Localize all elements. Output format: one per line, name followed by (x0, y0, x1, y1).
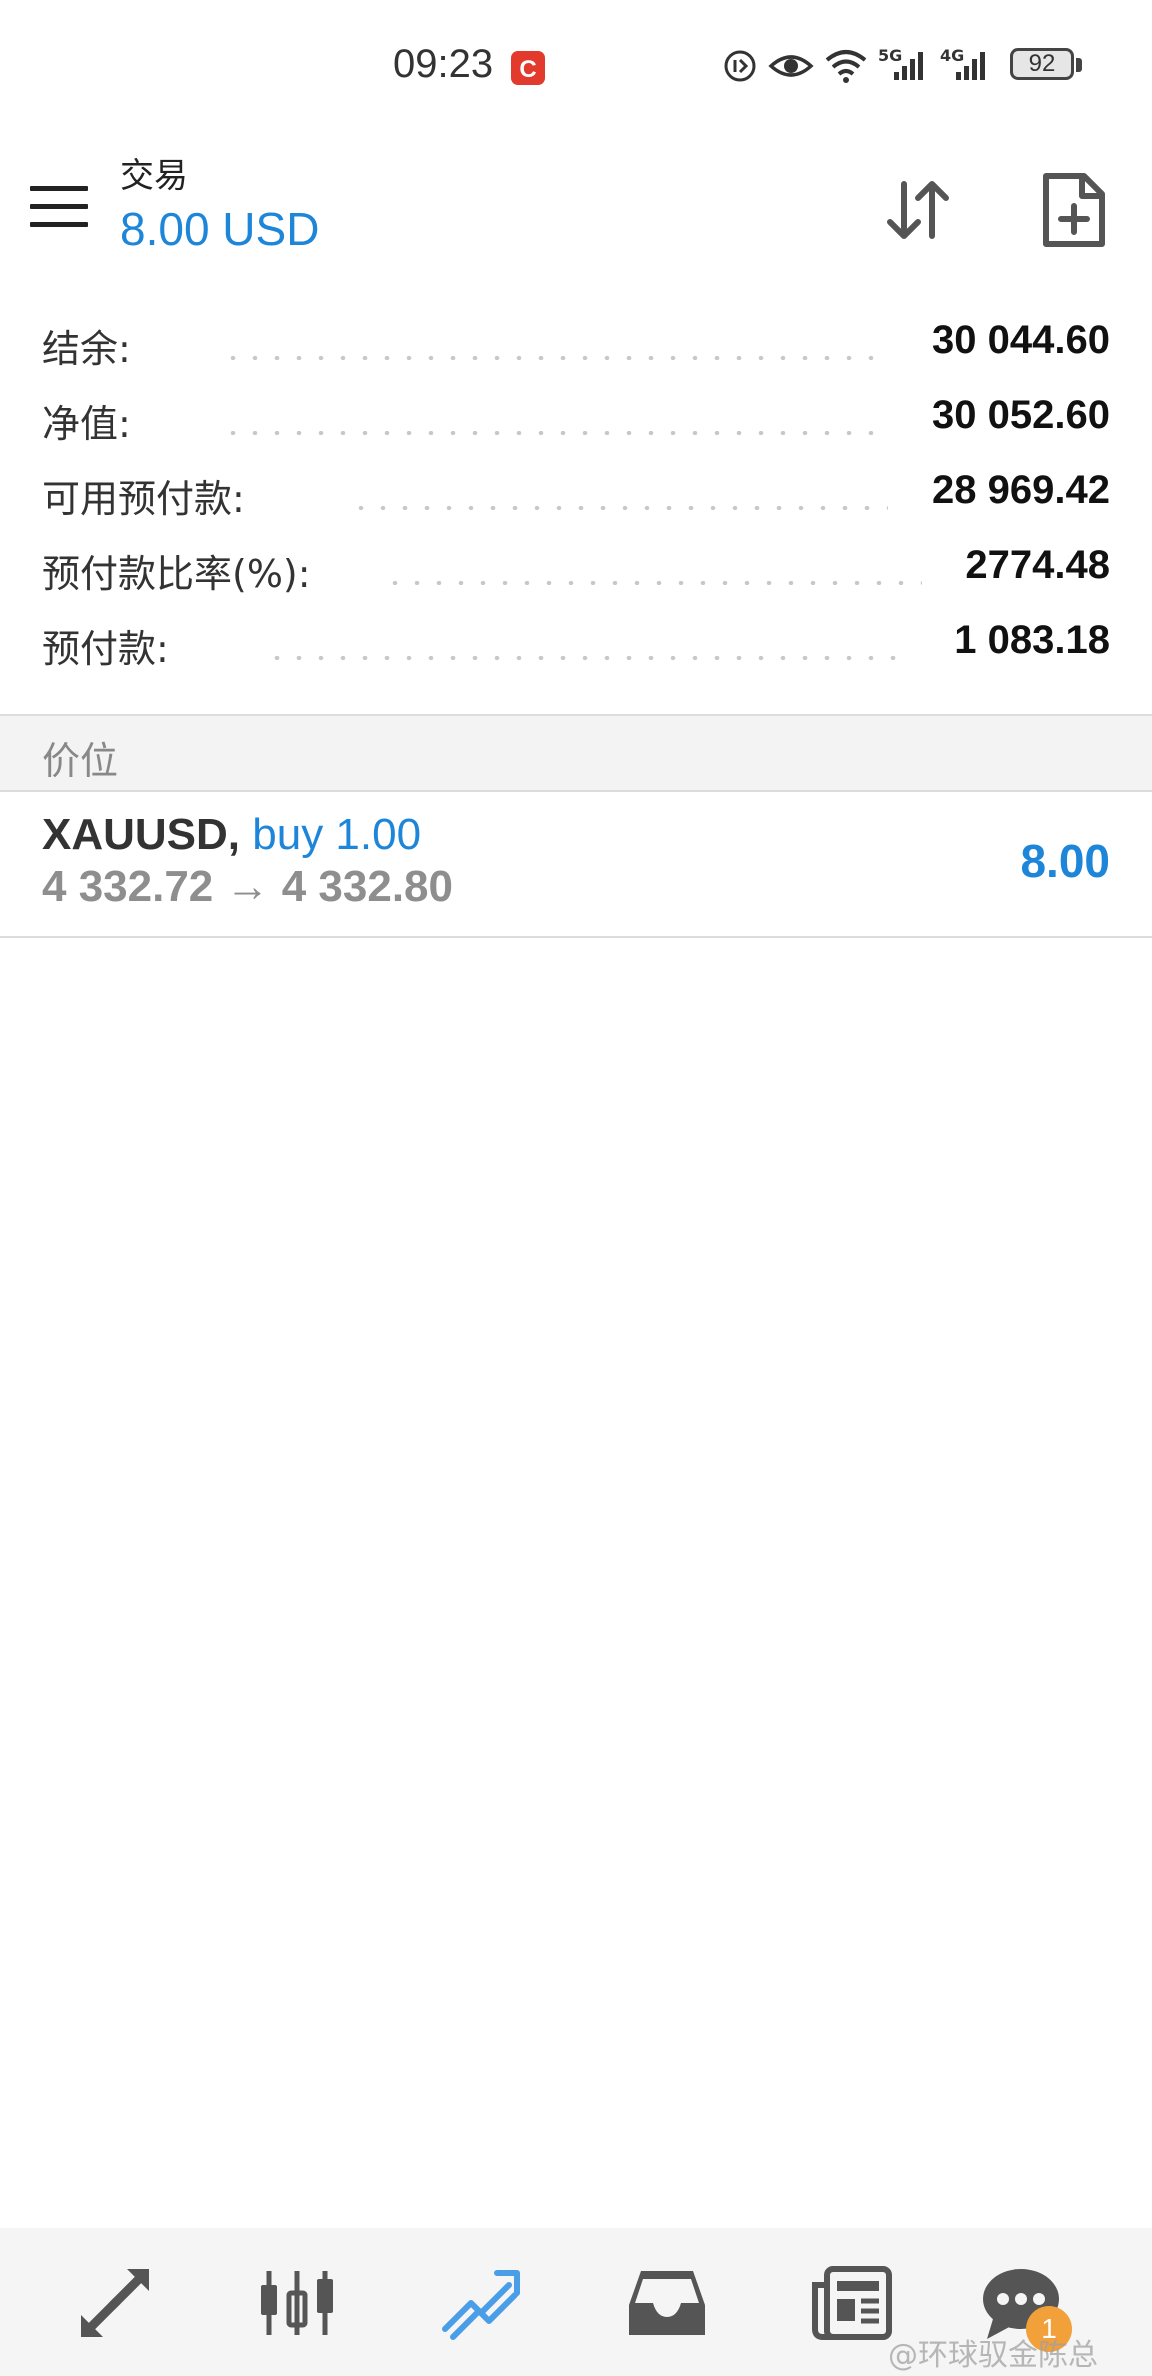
position-title: XAUUSD, buy 1.00 (42, 810, 421, 860)
watermark: @环球驭金陈总 (888, 2338, 1098, 2373)
status-icons: 5G 4G (722, 44, 992, 88)
status-time: 09:23 (393, 42, 494, 86)
total-profit: 8.00 USD (120, 203, 320, 255)
sort-icon[interactable] (878, 170, 958, 250)
divider (0, 936, 1152, 938)
summary-row-margin-level: 预付款比率(%): 2774.48 (0, 543, 1152, 618)
nav-charts[interactable] (242, 2248, 352, 2358)
position-symbol: XAUUSD, (42, 810, 241, 859)
signal-bars-icon (956, 52, 985, 80)
page-title: 交易 (120, 156, 188, 196)
battery-icon: 92 (1010, 48, 1074, 80)
section-label: 价位 (42, 739, 119, 783)
app-notification-icon: C (511, 51, 545, 85)
signal-4g: 4G (940, 46, 992, 86)
app-header: 交易 8.00 USD (0, 140, 1152, 280)
dotted-leader (266, 656, 906, 660)
dotted-leader (222, 356, 888, 360)
signal-bars-icon (894, 52, 923, 80)
positions-section-header: 价位 (0, 716, 1152, 790)
summary-label: 预付款比率(%): (42, 552, 311, 596)
summary-row-equity: 净值: 30 052.60 (0, 393, 1152, 468)
position-prices: 4 332.72 → 4 332.80 (42, 862, 453, 911)
position-direction: buy 1.00 (252, 810, 422, 859)
menu-icon-bar (30, 186, 88, 191)
quotes-icon (81, 2269, 149, 2337)
dotted-leader (350, 506, 888, 510)
menu-icon-bar (30, 222, 88, 227)
news-icon (812, 2266, 892, 2340)
status-bar: 09:23 C 5G 4G 92 (0, 0, 1152, 130)
summary-value: 30 052.60 (932, 393, 1110, 437)
chart-candles-icon (261, 2271, 333, 2335)
trade-icon (442, 2270, 520, 2340)
wifi-icon (825, 50, 867, 83)
summary-row-free-margin: 可用预付款: 28 969.42 (0, 468, 1152, 543)
dotted-leader (222, 431, 888, 435)
menu-button[interactable] (30, 186, 88, 228)
dotted-leader (384, 581, 922, 585)
summary-value: 30 044.60 (932, 318, 1110, 362)
summary-label: 预付款: (42, 627, 169, 671)
signal-5g: 5G (878, 46, 930, 86)
svg-text:C: C (519, 56, 536, 83)
account-summary: 结余: 30 044.60 净值: 30 052.60 可用预付款: 28 96… (0, 318, 1152, 693)
summary-row-balance: 结余: 30 044.60 (0, 318, 1152, 393)
nav-trade[interactable] (426, 2248, 536, 2358)
position-row[interactable]: XAUUSD, buy 1.00 4 332.72 → 4 332.80 8.0… (0, 792, 1152, 936)
summary-value: 1 083.18 (954, 618, 1110, 662)
position-profit: 8.00 (1020, 835, 1110, 887)
summary-label: 可用预付款: (42, 477, 245, 521)
summary-label: 净值: (42, 402, 131, 446)
summary-value: 28 969.42 (932, 468, 1110, 512)
eye-icon (768, 55, 814, 77)
summary-label: 结余: (42, 327, 131, 371)
battery-tip (1076, 58, 1082, 72)
menu-icon-bar (30, 204, 88, 209)
summary-value: 2774.48 (965, 543, 1110, 587)
summary-row-margin: 预付款: 1 083.18 (0, 618, 1152, 693)
history-inbox-icon (629, 2271, 705, 2335)
new-order-icon[interactable] (1034, 168, 1114, 252)
battery-level: 92 (1028, 50, 1056, 77)
nav-history[interactable] (612, 2248, 722, 2358)
nav-quotes[interactable] (60, 2248, 170, 2358)
data-saver-icon (724, 50, 756, 82)
